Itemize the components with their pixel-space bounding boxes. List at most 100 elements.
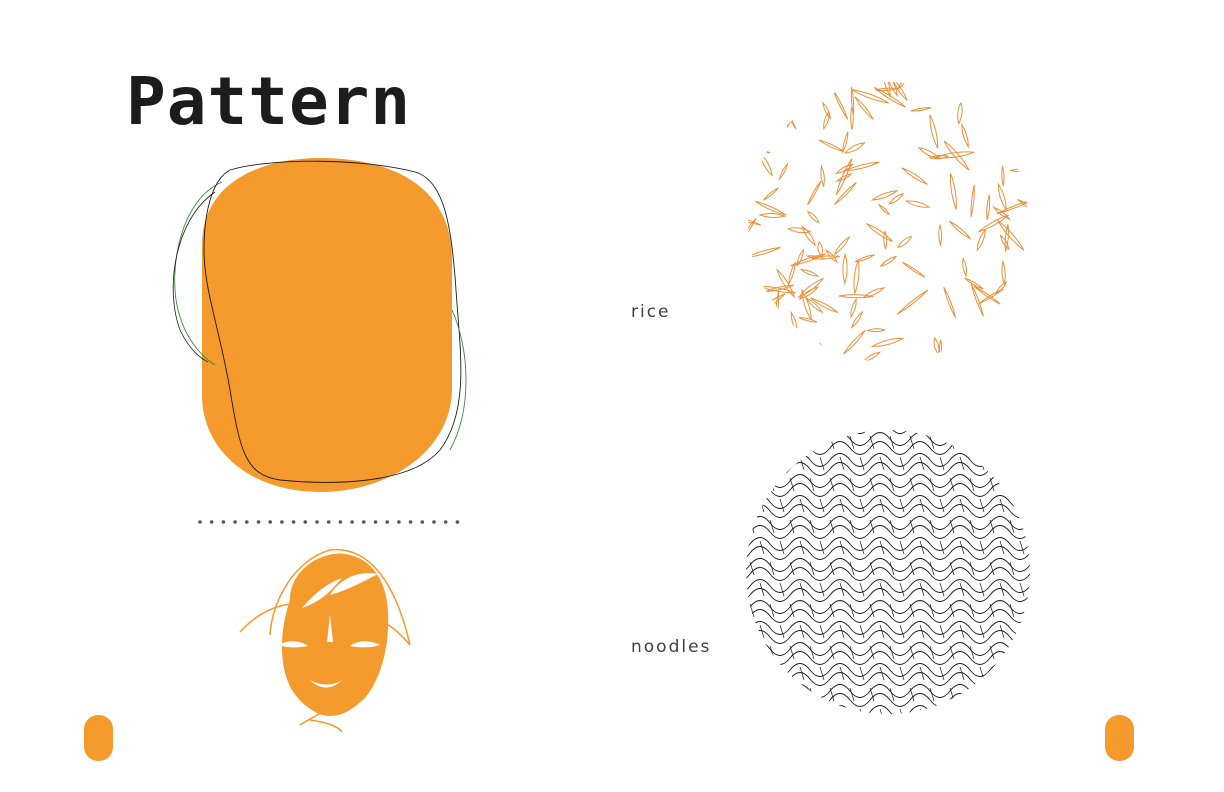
rice-grain bbox=[940, 82, 958, 87]
noodle-strand bbox=[740, 424, 1036, 425]
rice-grain bbox=[753, 293, 786, 316]
rice-grain bbox=[821, 82, 827, 87]
noodle-tick bbox=[899, 498, 905, 513]
rice-grain bbox=[866, 328, 887, 333]
rice-grain bbox=[1011, 147, 1028, 181]
noodle-tick bbox=[939, 582, 945, 597]
noodle-strand bbox=[746, 430, 1030, 434]
noodle-tick bbox=[1009, 687, 1015, 702]
noodle-tick bbox=[899, 540, 905, 555]
noodle-strand bbox=[746, 684, 1030, 698]
rice-grain bbox=[943, 286, 957, 319]
noodle-tick bbox=[769, 435, 775, 450]
rice-grain bbox=[818, 342, 839, 362]
noodle-tick bbox=[819, 540, 825, 555]
rice-grain bbox=[748, 246, 781, 259]
noodle-tick bbox=[760, 424, 764, 428]
noodle-tick bbox=[749, 603, 755, 618]
rice-grain bbox=[1023, 82, 1028, 83]
noodle-strand bbox=[746, 441, 1030, 455]
rice-grain bbox=[870, 337, 905, 347]
rice-grain bbox=[843, 329, 866, 355]
noodle-tick bbox=[939, 708, 945, 714]
noodle-tick bbox=[839, 708, 845, 714]
noodle-tick bbox=[1019, 456, 1025, 471]
separator-dot bbox=[408, 520, 413, 524]
rice-grain bbox=[786, 227, 812, 234]
separator-dot bbox=[221, 520, 226, 524]
rice-grain bbox=[904, 200, 931, 208]
noodle-strand bbox=[740, 715, 1036, 721]
noodle-strand bbox=[746, 525, 1030, 539]
noodle-tick bbox=[859, 456, 865, 471]
rice-grain bbox=[833, 235, 851, 256]
noodle-strand bbox=[746, 642, 1030, 656]
noodle-tick bbox=[840, 424, 844, 428]
separator-dot bbox=[397, 520, 401, 524]
noodle-strand bbox=[746, 621, 1030, 635]
rice-grain bbox=[879, 255, 898, 267]
rice-grain bbox=[1008, 94, 1028, 107]
noodle-strand bbox=[746, 432, 1030, 446]
rice-grain bbox=[806, 210, 820, 224]
noodle-tick bbox=[820, 424, 824, 428]
rice-grain bbox=[1026, 246, 1028, 270]
rice-grain bbox=[941, 345, 958, 362]
noodle-tick bbox=[979, 540, 985, 555]
noodle-tick bbox=[939, 666, 945, 681]
noodle-strand bbox=[746, 609, 1030, 623]
rice-grain bbox=[870, 190, 899, 201]
noodle-strand bbox=[746, 630, 1030, 644]
rice-grain bbox=[778, 97, 797, 130]
noodle-tick bbox=[989, 687, 995, 702]
noodle-tick bbox=[740, 625, 744, 638]
separator-dot bbox=[432, 520, 436, 524]
noodle-tick bbox=[779, 540, 785, 555]
rice-grain bbox=[964, 277, 984, 290]
rice-grain bbox=[896, 82, 912, 91]
rice-grain bbox=[762, 187, 780, 201]
noodle-tick bbox=[1029, 477, 1030, 492]
rice-grain bbox=[901, 167, 928, 185]
noodle-tick bbox=[780, 424, 784, 428]
noodle-tick bbox=[749, 435, 755, 450]
noodle-tick bbox=[779, 666, 785, 681]
separator-dot bbox=[350, 520, 354, 524]
noodle-tick bbox=[759, 708, 765, 714]
noodle-tick bbox=[740, 499, 744, 512]
rice-grain bbox=[780, 88, 796, 116]
noodle-strand bbox=[746, 567, 1030, 581]
noodle-strand bbox=[746, 495, 1030, 509]
noodle-tick bbox=[740, 709, 744, 720]
rice-grain bbox=[1001, 121, 1024, 126]
noodle-tick bbox=[999, 708, 1005, 714]
rice-grain bbox=[853, 258, 860, 296]
noodle-strand bbox=[746, 504, 1030, 518]
rice-grain bbox=[748, 174, 756, 187]
noodle-tick bbox=[1020, 424, 1024, 428]
rice-grain bbox=[1028, 144, 1034, 160]
noodle-tick bbox=[1019, 624, 1025, 639]
noodle-tick bbox=[959, 708, 965, 714]
noodle-strand bbox=[746, 588, 1030, 602]
rice-grain bbox=[812, 345, 841, 362]
rice-grain bbox=[1022, 291, 1028, 330]
noodle-strand bbox=[746, 546, 1030, 560]
noodle-tick bbox=[819, 456, 825, 471]
separator-dot bbox=[443, 520, 448, 524]
rice-grain bbox=[929, 114, 939, 149]
separator-dot bbox=[198, 520, 202, 524]
noodle-tick bbox=[819, 708, 825, 714]
noodle-tick bbox=[819, 498, 825, 513]
noodle-tick bbox=[1009, 645, 1015, 660]
rice-grain bbox=[759, 151, 773, 177]
noodle-tick bbox=[749, 687, 755, 702]
noodle-tick bbox=[799, 708, 805, 714]
noodle-tick bbox=[940, 424, 944, 428]
rice-grain bbox=[1001, 165, 1005, 187]
noodle-strand bbox=[746, 474, 1030, 488]
rice-pattern-circle bbox=[748, 82, 1034, 362]
noodle-tick bbox=[900, 424, 904, 428]
noodle-tick bbox=[769, 477, 775, 492]
noodle-strand bbox=[746, 693, 1030, 707]
